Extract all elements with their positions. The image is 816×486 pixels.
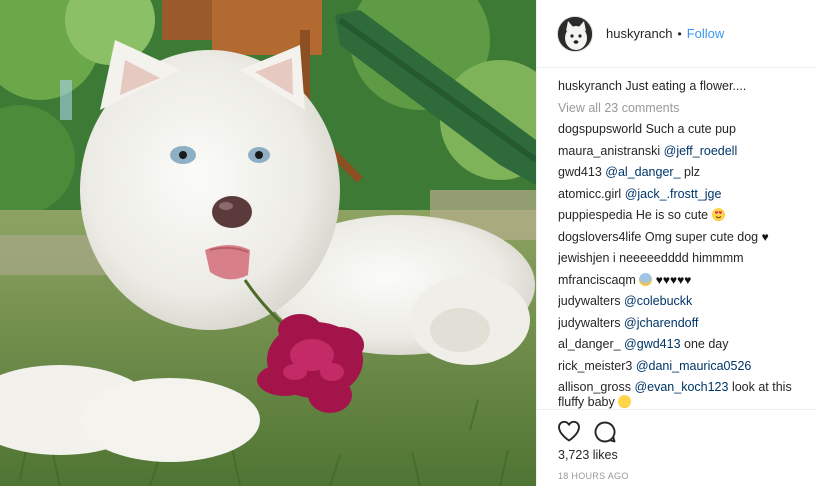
comment-row: judywalters @jcharendoff bbox=[558, 313, 808, 335]
avatar[interactable] bbox=[557, 15, 593, 52]
comment-mention[interactable]: @dani_maurica0526 bbox=[636, 359, 752, 373]
comment-row: dogspupsworld Such a cute pup bbox=[558, 119, 808, 141]
comment-row: al_danger_ @gwd413 one day bbox=[558, 334, 808, 356]
comment-row: dogslovers4life Omg super cute dog ♥ bbox=[558, 227, 808, 249]
comment-username[interactable]: maura_anistranski bbox=[558, 144, 660, 158]
comments-list[interactable]: huskyranch Just eating a flower.... View… bbox=[558, 76, 808, 409]
comment-text: Such a cute pup bbox=[645, 122, 736, 136]
comment-username[interactable]: judywalters bbox=[558, 316, 621, 330]
comment-row: maura_anistranski @jeff_roedell bbox=[558, 141, 808, 163]
post-image bbox=[0, 0, 536, 486]
comment-username[interactable]: puppiespedia bbox=[558, 208, 632, 222]
comment-username[interactable]: atomicc.girl bbox=[558, 187, 621, 201]
comment-text: one day bbox=[684, 337, 729, 351]
comment-username[interactable]: dogslovers4life bbox=[558, 230, 641, 244]
comment-username[interactable]: dogspupsworld bbox=[558, 122, 642, 136]
comment-row: judywalters @colebuckk bbox=[558, 291, 808, 313]
comment-mention[interactable]: @jeff_roedell bbox=[664, 144, 738, 158]
black-hearts-emoji-icon: ♥♥♥♥♥ bbox=[655, 272, 692, 287]
smiling-emoji-icon bbox=[618, 395, 632, 408]
follow-button[interactable]: Follow bbox=[687, 26, 725, 41]
comment-mention[interactable]: @gwd413 bbox=[624, 337, 680, 351]
header-separator: • bbox=[677, 26, 682, 41]
caption-username[interactable]: huskyranch bbox=[558, 79, 622, 93]
black-heart-emoji-icon: ♥ bbox=[761, 229, 769, 244]
comment-username[interactable]: mfranciscaqm bbox=[558, 273, 636, 287]
heart-eyes-emoji-icon bbox=[711, 208, 725, 221]
fearful-face-emoji-icon bbox=[639, 272, 653, 286]
comment-text: i neeeeedddd himmmm bbox=[612, 251, 744, 265]
caption: huskyranch Just eating a flower.... bbox=[558, 76, 808, 98]
post-photo[interactable] bbox=[0, 0, 536, 486]
comment-row: puppiespedia He is so cute bbox=[558, 205, 808, 227]
comment-username[interactable]: gwd413 bbox=[558, 165, 602, 179]
caption-text: Just eating a flower.... bbox=[625, 79, 747, 93]
comment-mention[interactable]: @evan_koch123 bbox=[634, 380, 728, 394]
comment-username[interactable]: judywalters bbox=[558, 294, 621, 308]
comment-username[interactable]: al_danger_ bbox=[558, 337, 621, 351]
comment-row: jewishjen i neeeeedddd himmmm bbox=[558, 248, 808, 270]
comment-row: gwd413 @al_danger_ plz bbox=[558, 162, 808, 184]
comment-username[interactable]: allison_gross bbox=[558, 380, 631, 394]
comment-row: rick_meister3 @dani_maurica0526 bbox=[558, 356, 808, 378]
comment-username[interactable]: jewishjen bbox=[558, 251, 609, 265]
likes-count[interactable]: 3,723 likes bbox=[558, 448, 618, 462]
header-username[interactable]: huskyranch bbox=[606, 26, 672, 41]
heart-outline-icon[interactable] bbox=[557, 420, 581, 447]
comment-mention[interactable]: @al_danger_ bbox=[605, 165, 680, 179]
comment-text: He is so cute bbox=[635, 208, 709, 222]
speech-bubble-icon[interactable] bbox=[593, 420, 617, 449]
comment-mention[interactable]: @jack_.frostt_jge bbox=[625, 187, 722, 201]
post-timestamp: 18 HOURS AGO bbox=[558, 471, 629, 481]
comment-row: atomicc.girl @jack_.frostt_jge bbox=[558, 184, 808, 206]
comment-row: allison_gross @evan_koch123 look at this… bbox=[558, 380, 808, 409]
post-header: huskyranch • Follow bbox=[537, 0, 816, 68]
comment-mention[interactable]: @jcharendoff bbox=[624, 316, 698, 330]
comment-mention[interactable]: @colebuckk bbox=[624, 294, 692, 308]
comment-row: mfranciscaqm ♥♥♥♥♥ bbox=[558, 270, 808, 292]
view-all-comments-link[interactable]: View all 23 comments bbox=[558, 98, 808, 120]
comment-text: Omg super cute dog bbox=[644, 229, 759, 244]
comment-username[interactable]: rick_meister3 bbox=[558, 359, 632, 373]
post-details-panel: huskyranch • Follow huskyranch Just eati… bbox=[536, 0, 816, 486]
comment-text: plz bbox=[684, 165, 700, 179]
